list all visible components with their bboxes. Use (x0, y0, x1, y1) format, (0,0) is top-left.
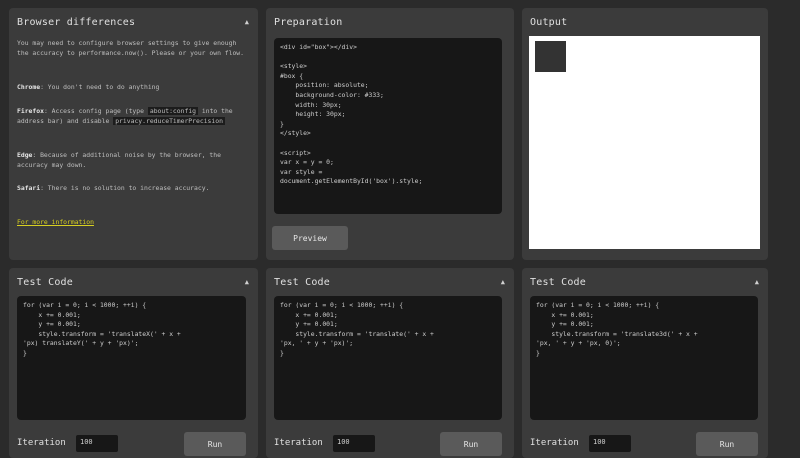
firefox-note: Firefox: Access config page (type about:… (17, 107, 248, 127)
run-button[interactable]: Run (440, 432, 502, 456)
panel-title: Browser differences (17, 17, 136, 28)
run-button[interactable]: Run (184, 432, 246, 456)
test-code-editor[interactable]: for (var i = 0; i < 1000; ++i) { x += 0.… (274, 296, 502, 420)
more-info-note: For more information (17, 218, 248, 228)
firefox-code-privacy: privacy.reduceTimerPrecision (113, 116, 225, 125)
safari-text: : There is no solution to increase accur… (40, 184, 210, 192)
iteration-label: Iteration (17, 438, 66, 448)
iteration-label: Iteration (530, 438, 579, 448)
chrome-text: : You don't need to do anything (40, 83, 160, 91)
test-panel-2: Test Code ▲ for (var i = 0; i < 1000; ++… (266, 268, 514, 458)
firefox-text: : Access config page (type (43, 107, 144, 115)
panel-title: Test Code (530, 277, 586, 288)
browser-intro-text: You may need to configure browser settin… (17, 39, 245, 57)
test-code-editor[interactable]: for (var i = 0; i < 1000; ++i) { x += 0.… (17, 296, 246, 420)
preparation-panel: Preparation <div id="box"></div> <style>… (266, 8, 514, 260)
iteration-input[interactable]: 100 (76, 435, 118, 452)
run-button[interactable]: Run (696, 432, 758, 456)
test-panel-3: Test Code ▲ for (var i = 0; i < 1000; ++… (522, 268, 768, 458)
collapse-caret-icon[interactable]: ▲ (755, 278, 759, 286)
iteration-input[interactable]: 100 (589, 435, 631, 452)
output-panel: Output (522, 8, 768, 260)
chrome-label: Chrome (17, 83, 41, 91)
edge-label: Edge (17, 151, 33, 159)
panel-title: Output (530, 17, 568, 28)
edge-text: : Because of additional noise by the bro… (17, 151, 221, 169)
browser-differences-panel: Browser differences ▲ You may need to co… (9, 8, 258, 260)
preparation-code-editor[interactable]: <div id="box"></div> <style> #box { posi… (274, 38, 502, 214)
collapse-caret-icon[interactable]: ▲ (501, 278, 505, 286)
edge-note: Edge: Because of additional noise by the… (17, 151, 248, 171)
collapse-caret-icon[interactable]: ▲ (245, 18, 249, 26)
preview-button[interactable]: Preview (272, 226, 348, 250)
firefox-code-about-config: about:config (147, 107, 199, 115)
test-panel-1: Test Code ▲ for (var i = 0; i < 1000; ++… (9, 268, 258, 458)
firefox-label: Firefox (17, 107, 44, 115)
panel-title: Preparation (274, 17, 343, 28)
safari-note: Safari: There is no solution to increase… (17, 184, 248, 194)
safari-label: Safari (17, 184, 41, 192)
iteration-label: Iteration (274, 438, 323, 448)
preview-box (535, 41, 566, 72)
more-information-link[interactable]: For more information (17, 218, 94, 226)
test-code-editor[interactable]: for (var i = 0; i < 1000; ++i) { x += 0.… (530, 296, 758, 420)
panel-title: Test Code (17, 277, 73, 288)
collapse-caret-icon[interactable]: ▲ (245, 278, 249, 286)
chrome-note: Chrome: You don't need to do anything (17, 83, 248, 93)
iteration-input[interactable]: 100 (333, 435, 375, 452)
panel-title: Test Code (274, 277, 330, 288)
output-preview-area (529, 36, 760, 249)
